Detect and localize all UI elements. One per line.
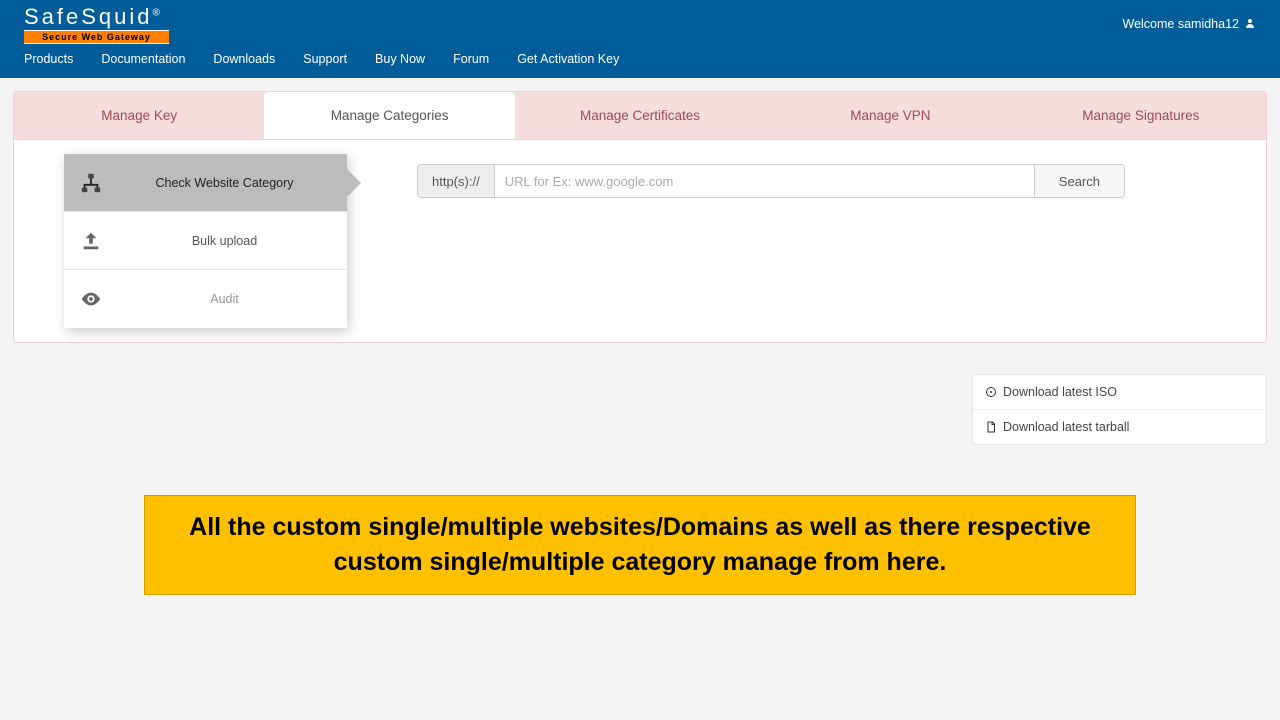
upload-icon <box>80 230 102 252</box>
sidebar-item-label: Check Website Category <box>142 176 347 190</box>
tab-manage-signatures[interactable]: Manage Signatures <box>1016 92 1266 139</box>
sidebar-item-audit[interactable]: Audit <box>64 270 347 328</box>
sidebar-item-label: Bulk upload <box>142 234 347 248</box>
top-bar: SafeSquid® Secure Web Gateway Welcome sa… <box>0 0 1280 78</box>
tabs-row: Manage Key Manage Categories Manage Cert… <box>13 91 1267 140</box>
nav-support[interactable]: Support <box>303 52 347 66</box>
disc-icon <box>985 386 997 398</box>
download-latest-iso[interactable]: Download latest ISO <box>973 375 1266 410</box>
download-label: Download latest ISO <box>1003 385 1117 399</box>
sitemap-icon <box>80 172 102 194</box>
sidebar-item-check-website-category[interactable]: Check Website Category <box>64 154 347 212</box>
tab-manage-key[interactable]: Manage Key <box>14 92 264 139</box>
logo-tagline: Secure Web Gateway <box>24 30 169 44</box>
logo[interactable]: SafeSquid® Secure Web Gateway <box>24 4 169 44</box>
tab-manage-certificates[interactable]: Manage Certificates <box>515 92 765 139</box>
sidebar-item-bulk-upload[interactable]: Bulk upload <box>64 212 347 270</box>
url-input[interactable] <box>495 165 1034 197</box>
info-callout: All the custom single/multiple websites/… <box>144 495 1136 595</box>
logo-text: SafeSquid <box>24 4 153 29</box>
main-panel: Manage Key Manage Categories Manage Cert… <box>0 78 1280 356</box>
tab-manage-categories[interactable]: Manage Categories <box>264 92 514 139</box>
url-search-bar: http(s):// Search <box>417 164 1125 198</box>
main-nav: Products Documentation Downloads Support… <box>24 44 1256 74</box>
downloads-box: Download latest ISO Download latest tarb… <box>972 374 1267 445</box>
nav-buy-now[interactable]: Buy Now <box>375 52 425 66</box>
nav-products[interactable]: Products <box>24 52 73 66</box>
nav-downloads[interactable]: Downloads <box>213 52 275 66</box>
user-icon <box>1244 17 1256 31</box>
logo-registered: ® <box>153 8 160 19</box>
download-label: Download latest tarball <box>1003 420 1129 434</box>
sidebar-item-label: Audit <box>142 292 347 306</box>
scheme-label: http(s):// <box>418 165 495 197</box>
category-side-list: Check Website Category Bulk upload Audit <box>64 154 347 328</box>
search-button[interactable]: Search <box>1034 165 1124 197</box>
nav-forum[interactable]: Forum <box>453 52 489 66</box>
file-icon <box>985 421 997 433</box>
tab-manage-vpn[interactable]: Manage VPN <box>765 92 1015 139</box>
eye-icon <box>80 288 102 310</box>
download-latest-tarball[interactable]: Download latest tarball <box>973 410 1266 444</box>
tab-content: Check Website Category Bulk upload Audit… <box>13 140 1267 343</box>
nav-get-activation-key[interactable]: Get Activation Key <box>517 52 619 66</box>
welcome-user[interactable]: Welcome samidha12 <box>1123 17 1257 31</box>
welcome-text: Welcome samidha12 <box>1123 17 1240 31</box>
nav-documentation[interactable]: Documentation <box>101 52 185 66</box>
